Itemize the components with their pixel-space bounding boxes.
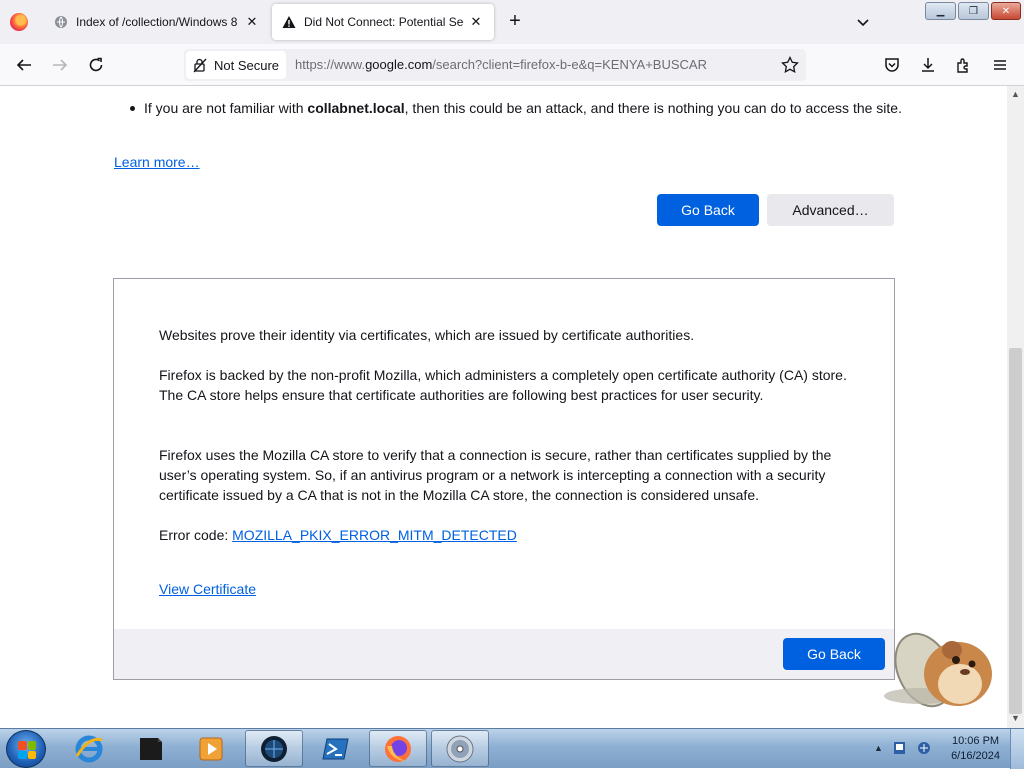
tab-label: Index of /collection/Windows 8 [76,15,238,29]
go-back-button[interactable]: Go Back [657,194,759,226]
tab-close-icon[interactable]: ✕ [244,14,260,30]
panel-footer: Go Back [114,629,894,679]
error-code-link[interactable]: MOZILLA_PKIX_ERROR_MITM_DETECTED [232,527,517,543]
certificate-explanation: Websites prove their identity via certif… [159,327,695,343]
extensions-icon[interactable] [952,53,976,77]
firefox-view-icon[interactable] [10,13,28,31]
windows-taskbar: ▲ 10:06 PM 6/16/2024 [0,728,1024,769]
error-code-line: Error code: MOZILLA_PKIX_ERROR_MITM_DETE… [159,525,859,545]
url-path: /search?client=firefox-b-e&q=KENYA+BUSCA… [432,57,707,72]
advanced-panel: Websites prove their identity via certif… [113,278,895,680]
url-prefix: https://www. [295,57,366,72]
back-icon[interactable] [12,53,36,77]
pocket-icon[interactable] [880,53,904,77]
bookmark-star-icon[interactable] [780,55,800,75]
url-domain: google.com [365,57,433,72]
tab-index-collection[interactable]: Index of /collection/Windows 8 ✕ [44,4,270,40]
downloads-icon[interactable] [916,53,940,77]
maximize-button[interactable]: ❐ [958,2,989,20]
insecure-lock-icon [193,58,207,73]
clipped-previous-line: · · · · · · · · · · · · · · · · · · · · … [143,86,524,92]
site-identity-button[interactable]: Not Secure [186,51,286,79]
scroll-thumb[interactable] [1009,348,1022,714]
system-tray: ▲ 10:06 PM 6/16/2024 [864,729,1024,769]
taskbar-firefox-icon[interactable] [369,730,427,767]
learn-more-link[interactable]: Learn more… [114,154,200,170]
taskbar-terminal-icon[interactable] [121,730,179,767]
action-center-flag-icon[interactable] [892,740,908,756]
hamster-mascot[interactable] [880,618,1004,714]
taskbar-powershell-icon[interactable] [307,730,365,767]
url-text[interactable]: https://www.google.com/search?client=fir… [295,57,707,72]
page-content: · · · · · · · · · · · · · · · · · · · · … [0,86,1007,728]
bullet-dot [130,106,135,111]
mozilla-ca-explanation: Firefox is backed by the non-profit Mozi… [159,367,847,403]
tab-label: Did Not Connect: Potential Security Issu… [304,15,464,29]
address-bar[interactable]: Not Secure https://www.google.com/search… [184,49,806,81]
list-all-tabs-icon[interactable] [853,12,873,32]
taskbar-media-player-icon[interactable] [182,730,240,767]
scroll-down-icon[interactable]: ▼ [1011,714,1020,723]
windows-logo-icon [18,741,36,759]
tray-expand-icon[interactable]: ▲ [874,743,883,753]
identity-label: Not Secure [214,57,280,73]
mitm-explanation: Firefox uses the Mozilla CA store to ver… [159,447,832,503]
scroll-up-icon[interactable]: ▲ [1011,90,1020,99]
vertical-scrollbar[interactable]: ▲ ▼ [1007,86,1024,728]
panel-go-back-button[interactable]: Go Back [783,638,885,670]
menu-icon[interactable] [988,53,1012,77]
warning-icon [282,15,296,29]
view-certificate-link[interactable]: View Certificate [159,581,256,597]
clock-date: 6/16/2024 [951,750,1000,762]
host-name: collabnet.local [307,100,405,116]
navigation-toolbar: Not Secure https://www.google.com/search… [0,44,1024,86]
tab-did-not-connect[interactable]: Did Not Connect: Potential Security Issu… [272,4,494,40]
clock-time: 10:06 PM [951,735,1000,747]
tab-close-icon[interactable]: ✕ [468,14,484,30]
network-icon[interactable] [916,740,932,756]
close-button[interactable]: ✕ [991,2,1021,20]
page-icon [54,15,68,29]
forward-icon[interactable] [48,53,72,77]
start-button[interactable] [6,730,46,768]
window-controls: ▁ ❐ ✕ [925,2,1021,20]
bullet-text: If you are not familiar with collabnet.l… [144,100,902,116]
show-desktop-button[interactable] [1010,729,1024,769]
taskbar-globe-app-icon[interactable] [245,730,303,767]
minimize-button[interactable]: ▁ [925,2,956,20]
new-tab-button[interactable]: + [503,10,527,34]
advanced-button[interactable]: Advanced… [767,194,894,226]
clock[interactable]: 10:06 PM 6/16/2024 [951,734,1000,764]
taskbar-dvd-player-icon[interactable] [431,730,489,767]
reload-icon[interactable] [84,53,108,77]
tab-strip: Index of /collection/Windows 8 ✕ Did Not… [0,0,1024,44]
error-code-label: Error code: [159,527,233,543]
taskbar-internet-explorer-icon[interactable] [60,730,118,767]
